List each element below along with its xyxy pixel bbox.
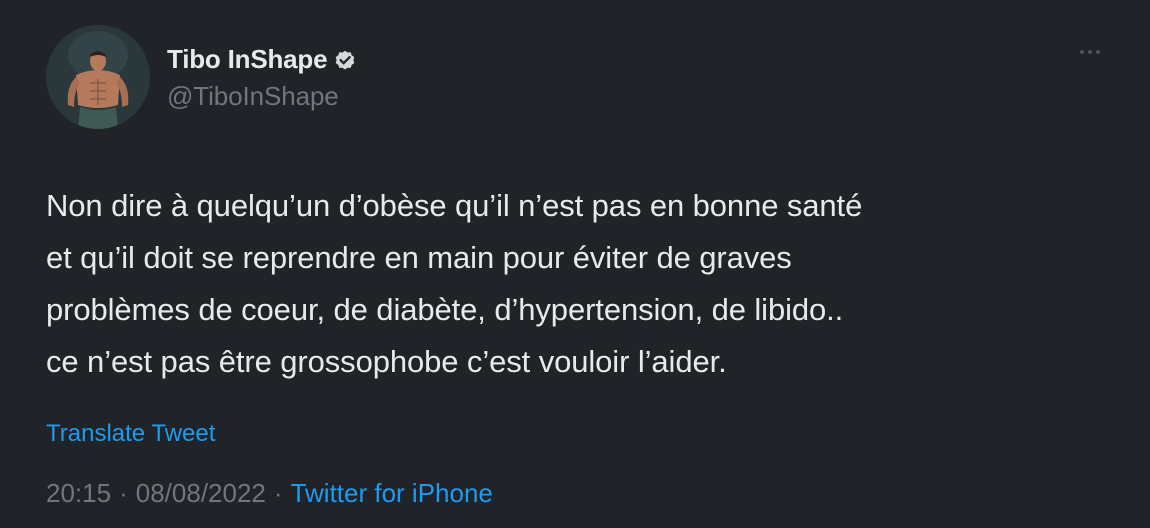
- tweet-text-line: et qu’il doit se reprendre en main pour …: [46, 240, 792, 275]
- display-name-row: Tibo InShape: [167, 43, 357, 77]
- translate-tweet-link[interactable]: Translate Tweet: [46, 420, 215, 448]
- tweet-card: Tibo InShape @TiboInShape Non dire à que…: [0, 0, 1150, 528]
- meta-separator: ·: [119, 478, 128, 508]
- more-dot: [1096, 50, 1100, 54]
- verified-badge-icon: [333, 48, 357, 72]
- tweet-time[interactable]: 20:15: [46, 478, 111, 509]
- author-names: Tibo InShape @TiboInShape: [167, 43, 357, 112]
- more-dot: [1088, 50, 1092, 54]
- tweet-text-line: problèmes de coeur, de diabète, d’hypert…: [46, 292, 844, 327]
- tweet-header: Tibo InShape @TiboInShape: [46, 25, 357, 129]
- meta-separator: ·: [273, 478, 283, 508]
- tweet-source-link[interactable]: Twitter for iPhone: [291, 478, 493, 509]
- avatar-image: [46, 25, 150, 129]
- tweet-text-line: Non dire à quelqu’un d’obèse qu’il n’est…: [46, 188, 863, 223]
- tweet-date[interactable]: 08/08/2022: [136, 478, 266, 509]
- tweet-meta: 20:15 · 08/08/2022 · Twitter for iPhone: [46, 478, 493, 509]
- avatar[interactable]: [46, 25, 150, 129]
- more-horizontal-icon[interactable]: [1080, 50, 1100, 54]
- tweet-text-line: ce n’est pas être grossophobe c’est voul…: [46, 344, 727, 379]
- tweet-text: Non dire à quelqu’un d’obèse qu’il n’est…: [46, 180, 1106, 388]
- display-name[interactable]: Tibo InShape: [167, 44, 328, 75]
- author-handle[interactable]: @TiboInShape: [167, 81, 357, 112]
- more-dot: [1080, 50, 1084, 54]
